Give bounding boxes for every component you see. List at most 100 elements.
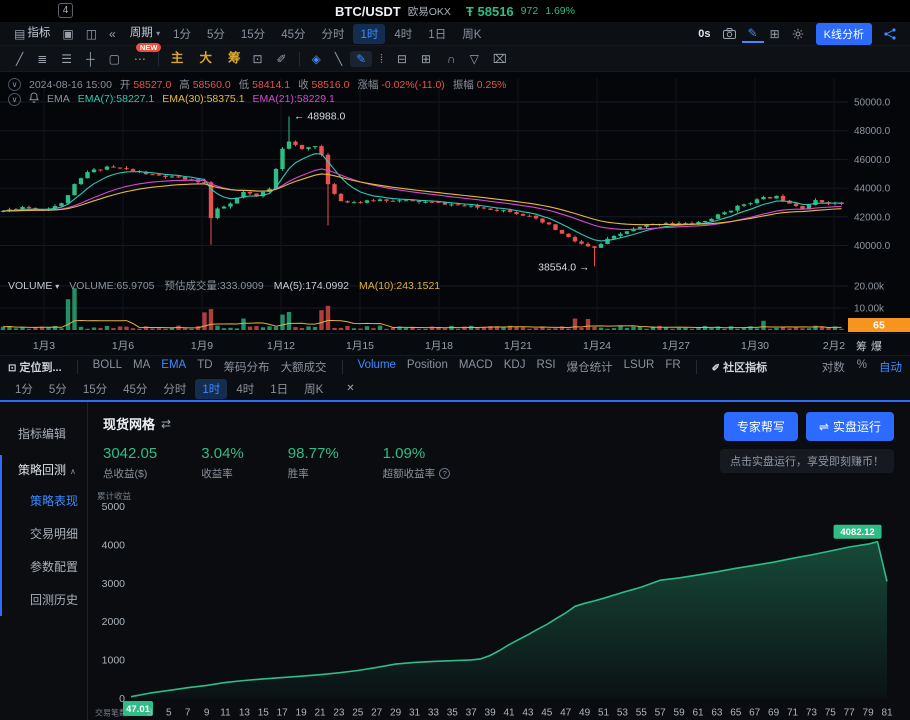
indicator-Position[interactable]: Position	[407, 359, 448, 375]
lock-icon[interactable]: ⊟	[391, 51, 413, 67]
gear-icon[interactable]	[786, 26, 810, 42]
collapse-ema-icon[interactable]: ∨	[8, 93, 21, 106]
replay-icon[interactable]: «	[103, 26, 122, 42]
timeframe-1时[interactable]: 1时	[353, 24, 385, 44]
bottom-tab-1分[interactable]: 1分	[8, 379, 40, 399]
chip-burst-buttons[interactable]: 筹爆	[856, 338, 886, 354]
switch-strategy-icon[interactable]: ⇄	[161, 417, 171, 431]
indicator-LSUR[interactable]: LSUR	[624, 359, 655, 375]
pattern-icon[interactable]: ⦙	[374, 51, 389, 67]
indicator-panel-icon[interactable]: ▤指标	[8, 26, 56, 42]
filter-icon[interactable]: ▽	[464, 51, 485, 67]
indicator-TD[interactable]: TD	[197, 359, 212, 375]
draw-mode-icon[interactable]: ✎	[742, 25, 764, 43]
sidebar-item-回测历史[interactable]: 回测历史	[2, 583, 87, 616]
community-indicator-button[interactable]: ✐ 社区指标	[712, 359, 767, 375]
indicator-筹码分布[interactable]: 筹码分布	[224, 359, 270, 375]
note-icon[interactable]: ⊞	[415, 51, 437, 67]
date-label: 1月12	[267, 338, 295, 353]
parallel-lines-icon[interactable]: ≣	[31, 51, 53, 67]
save-layout-icon[interactable]: ▣	[56, 26, 79, 42]
equity-curve-chart[interactable]: 累计收益500040003000200010000交易笔数47.01357911…	[95, 487, 910, 720]
indicator-RSI[interactable]: RSI	[536, 359, 555, 375]
ruler-icon[interactable]: ╲	[329, 51, 348, 67]
timeframe-1分[interactable]: 1分	[166, 24, 198, 44]
timeframe-15分[interactable]: 15分	[234, 24, 272, 44]
delete-icon[interactable]: ⌧	[487, 51, 513, 67]
stat-label: 超额收益率?	[383, 466, 451, 481]
indicator-EMA[interactable]: EMA	[161, 359, 186, 375]
horizontal-line-icon[interactable]: ☰	[55, 51, 78, 67]
collapse-chart-icon[interactable]: ∨	[8, 78, 21, 91]
svg-text:48000.0: 48000.0	[854, 126, 891, 137]
bell-icon[interactable]	[29, 92, 39, 106]
bottom-tab-45分[interactable]: 45分	[116, 379, 154, 399]
indicator-Volume[interactable]: Volume	[358, 359, 396, 375]
bookmark-icon[interactable]: ◈	[306, 51, 327, 67]
time-axis[interactable]: 1月31月61月91月121月151月181月211月241月271月302月2…	[0, 333, 910, 355]
close-tab-icon[interactable]: ✕	[340, 382, 360, 396]
quick-draw-icon[interactable]: ✐	[271, 51, 293, 67]
sidebar-item-indicator-edit[interactable]: 指标编辑	[0, 418, 87, 449]
live-run-button[interactable]: ⇌实盘运行	[806, 412, 894, 441]
edit-order-icon[interactable]: ⊡	[246, 51, 268, 67]
period-dropdown[interactable]: 周期 ▾	[122, 26, 166, 42]
timeframe-周K[interactable]: 周K	[455, 24, 488, 44]
svg-text:3: 3	[147, 708, 153, 719]
axis-option-%[interactable]: %	[857, 359, 867, 375]
kline-analysis-button[interactable]: K线分析	[816, 23, 872, 45]
axis-option-自动[interactable]: 自动	[879, 359, 902, 375]
magnet-icon[interactable]: ∩	[441, 51, 462, 67]
locate-button[interactable]: ⊡ 定位到...	[8, 359, 62, 375]
chart-mode-主[interactable]: 主	[165, 50, 190, 67]
sidebar-group-title[interactable]: 策略回测∧	[2, 455, 87, 484]
indicator-KDJ[interactable]: KDJ	[504, 359, 526, 375]
volume-ma5: MA(5):174.0992	[274, 280, 349, 292]
timeframe-45分[interactable]: 45分	[274, 24, 312, 44]
bottom-tab-周K[interactable]: 周K	[297, 379, 330, 399]
bottom-tab-分时[interactable]: 分时	[156, 379, 193, 399]
bottom-tab-4时[interactable]: 4时	[229, 379, 261, 399]
sidebar-item-交易明细[interactable]: 交易明细	[2, 517, 87, 550]
cross-line-icon[interactable]: ┼	[80, 51, 101, 67]
ema21-value: EMA(21):58229.1	[253, 93, 335, 105]
camera-icon[interactable]	[717, 26, 742, 41]
indicator-MACD[interactable]: MACD	[459, 359, 493, 375]
indicator-BOLL[interactable]: BOLL	[93, 359, 122, 375]
indicator-FR[interactable]: FR	[665, 359, 680, 375]
indicator-大额成交[interactable]: 大额成交	[281, 359, 327, 375]
date-label: 2月2	[823, 338, 845, 353]
expert-write-button[interactable]: 专家帮写	[724, 412, 798, 441]
trend-line-icon[interactable]: ╱	[10, 51, 29, 67]
timeframe-分时[interactable]: 分时	[314, 24, 351, 44]
svg-text:46000.0: 46000.0	[854, 155, 891, 166]
svg-text:81: 81	[881, 708, 893, 719]
date-label: 1月15	[346, 338, 374, 353]
rectangle-icon[interactable]: ▢	[103, 51, 126, 67]
help-icon[interactable]: ?	[439, 468, 450, 479]
bottom-tab-1日[interactable]: 1日	[263, 379, 295, 399]
svg-text:40000.0: 40000.0	[854, 241, 891, 252]
bottom-tab-1时[interactable]: 1时	[195, 379, 227, 399]
bottom-tab-15分[interactable]: 15分	[76, 379, 114, 399]
timeframe-5分[interactable]: 5分	[200, 24, 232, 44]
more-tools-icon[interactable]: ⋯NEW	[128, 51, 152, 67]
sidebar-item-参数配置[interactable]: 参数配置	[2, 550, 87, 583]
indicator-爆仓统计[interactable]: 爆仓统计	[567, 359, 613, 375]
sidebar-item-策略表现[interactable]: 策略表现	[2, 484, 87, 517]
indicator-MA[interactable]: MA	[133, 359, 150, 375]
main-chart-canvas[interactable]: 50000.048000.046000.044000.042000.040000…	[0, 72, 910, 333]
brush-icon[interactable]: ✎	[350, 51, 372, 67]
volume-dropdown[interactable]: VOLUME ▾	[8, 280, 59, 292]
candlestick-chart-area[interactable]: 50000.048000.046000.044000.042000.040000…	[0, 72, 910, 355]
timeframe-4时[interactable]: 4时	[387, 24, 419, 44]
chart-mode-大[interactable]: 大	[193, 50, 218, 67]
compare-icon[interactable]: ◫	[80, 26, 103, 42]
share-icon[interactable]	[878, 26, 902, 42]
timeframe-1日[interactable]: 1日	[421, 24, 453, 44]
bottom-tab-5分[interactable]: 5分	[42, 379, 74, 399]
new-pane-icon[interactable]: ⊞	[764, 26, 786, 42]
axis-option-对数[interactable]: 对数	[822, 359, 845, 375]
candle-countdown: 0s	[698, 28, 710, 40]
chart-mode-筹[interactable]: 筹	[222, 50, 247, 67]
